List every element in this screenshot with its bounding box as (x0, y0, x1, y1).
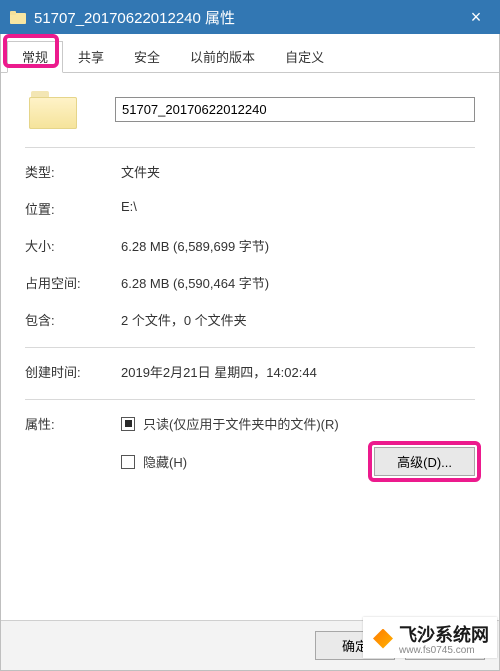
tab-content: 类型:文件夹 位置:E:\ 大小:6.28 MB (6,589,699 字节) … (1, 73, 499, 490)
tab-security[interactable]: 安全 (119, 41, 175, 73)
checkbox-readonly-label: 只读(仅应用于文件夹中的文件)(R) (143, 414, 339, 433)
checkbox-readonly[interactable] (121, 417, 135, 431)
separator (25, 147, 475, 148)
value-size-on-disk: 6.28 MB (6,590,464 字节) (121, 273, 475, 292)
checkbox-hidden-label: 隐藏(H) (143, 452, 187, 471)
value-contains: 2 个文件，0 个文件夹 (121, 310, 475, 329)
watermark-text: 飞沙系统网 (399, 621, 489, 647)
label-location: 位置: (25, 199, 121, 218)
tab-custom[interactable]: 自定义 (270, 41, 339, 73)
tab-general[interactable]: 常规 (7, 41, 63, 73)
label-contains: 包含: (25, 310, 121, 329)
watermark-logo-icon (373, 629, 393, 649)
tab-strip: 常规 共享 安全 以前的版本 自定义 (1, 40, 499, 73)
label-attributes: 属性: (25, 414, 121, 490)
tab-share[interactable]: 共享 (63, 41, 119, 73)
titlebar: 51707_20170622012240 属性 × (0, 0, 500, 34)
properties-dialog: 常规 共享 安全 以前的版本 自定义 类型:文件夹 位置:E:\ 大小:6.28… (0, 34, 500, 671)
name-input[interactable] (115, 97, 475, 122)
folder-large-icon (29, 89, 77, 129)
window-title: 51707_20170622012240 属性 (34, 7, 235, 28)
label-size: 大小: (25, 236, 121, 255)
separator (25, 399, 475, 400)
advanced-button[interactable]: 高级(D)... (374, 447, 475, 476)
tab-previous-versions[interactable]: 以前的版本 (175, 41, 270, 73)
value-type: 文件夹 (121, 162, 475, 181)
watermark: 飞沙系统网 www.fs0745.com (363, 617, 497, 658)
label-created: 创建时间: (25, 362, 121, 381)
checkbox-hidden[interactable] (121, 455, 135, 469)
value-location: E:\ (121, 199, 475, 218)
label-type: 类型: (25, 162, 121, 181)
value-size: 6.28 MB (6,589,699 字节) (121, 236, 475, 255)
label-size-on-disk: 占用空间: (25, 273, 121, 292)
value-created: 2019年2月21日 星期四，14:02:44 (121, 362, 475, 381)
folder-icon (10, 10, 26, 24)
close-icon[interactable]: × (458, 7, 494, 28)
separator (25, 347, 475, 348)
